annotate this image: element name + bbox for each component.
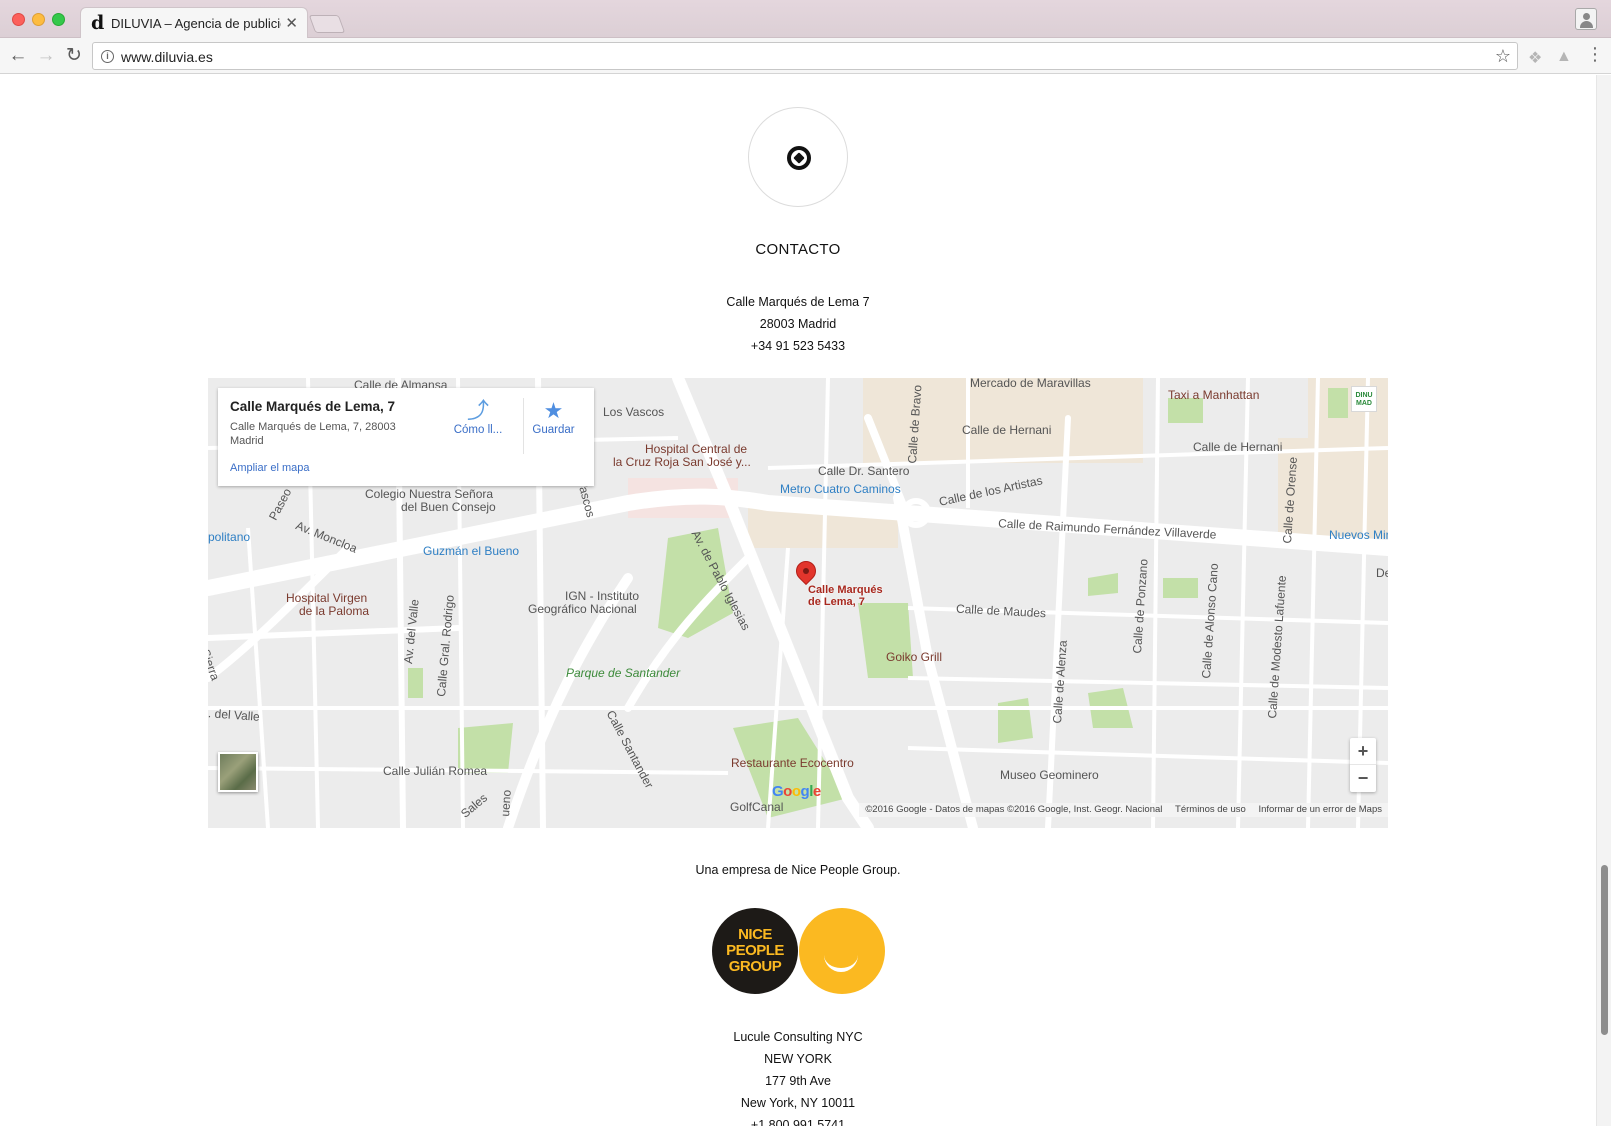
attribution-text: ©2016 Google - Datos de mapas ©2016 Goog… <box>865 804 1163 815</box>
city-zip: New York, NY 10011 <box>740 1096 856 1110</box>
company-name: Lucule Consulting NYC <box>733 1030 863 1044</box>
smile-logo-icon <box>799 908 885 994</box>
report-error-link[interactable]: Informar de un error de Maps <box>1258 804 1382 815</box>
dropbox-icon[interactable]: ❖ <box>1528 48 1542 68</box>
save-label: Guardar <box>532 424 575 436</box>
map-label: Calle de Hernani <box>1193 440 1283 454</box>
map-label: del Buen Consejo <box>401 500 496 514</box>
map-label: Restaurante Ecocentro <box>731 756 854 770</box>
marker-label: Calle Marqués de Lema, 7 <box>808 584 883 608</box>
url-text[interactable]: www.diluvia.es <box>121 49 213 65</box>
footer-phone[interactable]: +1 800 991 5741 <box>0 1114 1596 1126</box>
browser-titlebar: d DILUVIA – Agencia de publicidad ✕ <box>0 0 1611 39</box>
map-label: Taxi a Manhattan <box>1168 388 1260 402</box>
map-label: Nuevos Min <box>1329 528 1388 542</box>
forward-arrow-icon[interactable]: → <box>34 44 58 68</box>
google-logo: Google <box>772 783 821 800</box>
directions-button[interactable]: ⤴ Cómo ll... <box>448 398 508 436</box>
drive-icon[interactable]: ▲ <box>1556 48 1572 66</box>
phone[interactable]: +34 91 523 5433 <box>0 335 1596 357</box>
new-tab-button[interactable] <box>308 15 346 33</box>
section-title: CONTACTO <box>755 241 841 258</box>
contact-address: Calle Marqués de Lema 7 28003 Madrid +34… <box>0 291 1596 357</box>
satellite-toggle-button[interactable] <box>218 752 258 792</box>
nice-people-group-logo: NICE PEOPLE GROUP <box>712 908 798 994</box>
address-line2: 28003 Madrid <box>759 317 837 331</box>
map-label: ueno <box>498 789 514 817</box>
enlarge-map-link[interactable]: Ampliar el mapa <box>230 462 309 474</box>
map-label: GolfCanal <box>730 800 784 814</box>
terms-link[interactable]: Términos de uso <box>1175 804 1246 815</box>
place-address: Calle Marqués de Lema, 7, 28003 Madrid <box>230 421 396 447</box>
window-close-button[interactable] <box>12 13 25 26</box>
favicon-icon: d <box>91 12 105 34</box>
map-label: Mercado de Maravillas <box>970 378 1091 390</box>
window-minimize-button[interactable] <box>32 13 45 26</box>
map-label: De <box>1376 566 1388 580</box>
window-zoom-button[interactable] <box>52 13 65 26</box>
browser-tab[interactable]: d DILUVIA – Agencia de publicidad ✕ <box>80 7 308 39</box>
group-text: Una empresa de Nice People Group. <box>695 863 901 877</box>
map-label: Los Vascos <box>603 405 665 419</box>
zoom-control: + − <box>1350 738 1376 792</box>
footer-address: Lucule Consulting NYC NEW YORK 177 9th A… <box>0 1026 1596 1126</box>
map-label: politano <box>208 530 251 544</box>
back-arrow-icon[interactable]: ← <box>6 44 30 68</box>
map-attribution: ©2016 Google - Datos de mapas ©2016 Goog… <box>859 803 1388 817</box>
street: 177 9th Ave <box>765 1074 831 1088</box>
map-label: Goiko Grill <box>886 650 943 664</box>
diluvia-logo <box>748 107 848 207</box>
page-viewport: CONTACTO Calle Marqués de Lema 7 28003 M… <box>0 75 1611 1126</box>
reload-icon[interactable]: ↻ <box>62 44 86 68</box>
map-label: Guzmán el Bueno <box>423 544 520 558</box>
map-label: Calle Dr. Santero <box>818 464 910 478</box>
tab-close-icon[interactable]: ✕ <box>285 14 298 32</box>
map-label: IGN - Instituto <box>565 589 640 603</box>
directions-label: Cómo ll... <box>453 424 503 436</box>
city: NEW YORK <box>764 1052 832 1066</box>
map-label: Museo Geominero <box>1000 768 1099 782</box>
info-icon[interactable]: i <box>101 50 114 63</box>
map-label: la Cruz Roja San José y... <box>613 455 751 469</box>
tab-title: DILUVIA – Agencia de publicidad <box>111 16 281 31</box>
page-scrollbar[interactable] <box>1596 75 1611 1126</box>
profile-icon[interactable] <box>1575 8 1597 30</box>
map-label: de la Paloma <box>299 604 370 618</box>
dinu-mad-badge: DINU MAD <box>1351 386 1377 412</box>
google-map[interactable]: Calle de Almansa Mercado de Maravillas T… <box>208 378 1388 828</box>
map-label: Parque de Santander <box>566 666 681 680</box>
scrollbar-thumb[interactable] <box>1601 865 1608 1035</box>
compass-icon <box>787 146 811 170</box>
address-line1: Calle Marqués de Lema 7 <box>726 295 870 309</box>
menu-icon[interactable]: ⋮ <box>1586 44 1604 65</box>
zoom-in-button[interactable]: + <box>1350 738 1376 765</box>
map-label: Hospital Central de <box>645 442 748 456</box>
map-label: Calle Julián Romea <box>383 764 488 778</box>
map-label: Colegio Nuestra Señora <box>365 487 494 501</box>
save-button[interactable]: ★ Guardar <box>523 398 583 454</box>
map-label: Metro Cuatro Caminos <box>780 482 901 496</box>
place-info-card: Calle Marqués de Lema, 7 Calle Marqués d… <box>218 388 594 486</box>
map-label: Hospital Virgen <box>286 591 368 605</box>
bookmark-star-icon[interactable]: ☆ <box>1495 46 1511 67</box>
map-label: Geográfico Nacional <box>528 602 637 616</box>
star-icon: ★ <box>543 398 564 423</box>
place-title: Calle Marqués de Lema, 7 <box>230 399 396 414</box>
browser-toolbar: ← → ↻ i www.diluvia.es ☆ ❖ ▲ ⋮ <box>0 38 1611 74</box>
address-bar[interactable]: i www.diluvia.es ☆ <box>92 42 1518 70</box>
zoom-out-button[interactable]: − <box>1350 765 1376 792</box>
map-label: Calle de Hernani <box>962 423 1052 437</box>
directions-icon: ⤴ <box>466 398 489 423</box>
